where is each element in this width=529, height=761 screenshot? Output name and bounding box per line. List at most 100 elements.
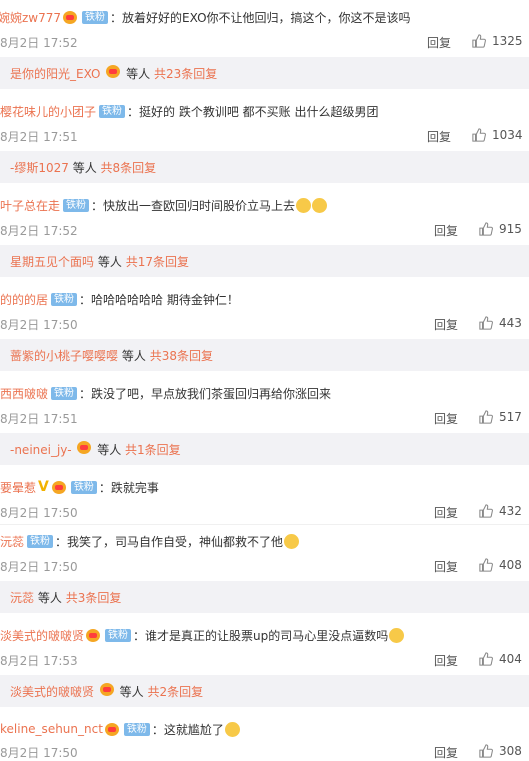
- comment-username[interactable]: keline_sehun_nct: [0, 722, 103, 736]
- laugh-cry-emoji-icon: [224, 721, 240, 737]
- thumbs-up-icon[interactable]: [479, 652, 493, 666]
- sub-reply-etc: 等人: [121, 348, 146, 363]
- thumbs-up-icon[interactable]: [479, 744, 493, 758]
- sub-reply-user[interactable]: -缪斯1027: [10, 161, 69, 175]
- reply-button[interactable]: 回复: [434, 316, 458, 333]
- comment-time: 8月2日 17:53: [0, 654, 78, 668]
- like-count: 1034: [492, 128, 523, 142]
- comment-username[interactable]: 樱花味儿的小团子: [0, 103, 96, 120]
- comment-time: 8月2日 17:50: [0, 506, 78, 520]
- sub-reply-summary[interactable]: 是你的阳光_EXO 等人 共23条回复: [0, 57, 529, 89]
- crown-badge-icon: [86, 628, 101, 642]
- sub-reply-count[interactable]: 共1条回复: [125, 443, 181, 457]
- fan-badge[interactable]: 铁粉: [82, 10, 109, 24]
- comment-text: ：谁才是真正的让股票up的司马心里没点逼数吗: [133, 628, 389, 643]
- fan-badge[interactable]: 铁粉: [63, 198, 90, 212]
- fan-badge[interactable]: 铁粉: [51, 292, 78, 306]
- comment-meta: 8月2日 17:52 回复 915: [0, 222, 529, 238]
- comment-username[interactable]: 婉婉zw777: [0, 9, 61, 26]
- comment-text: ：跌就完事: [98, 480, 159, 495]
- sub-reply-user[interactable]: -neinei_jy-: [10, 443, 72, 457]
- thumbs-up-icon[interactable]: [472, 128, 486, 142]
- like-count: 432: [499, 504, 522, 518]
- sub-reply-count[interactable]: 共23条回复: [154, 67, 217, 81]
- sub-reply-summary[interactable]: 沅蕊 等人 共3条回复: [0, 581, 529, 613]
- comment-line: 要晕惹 V 铁粉 ：跌就完事: [0, 477, 159, 497]
- sub-reply-etc: 等人: [126, 66, 151, 81]
- fan-badge[interactable]: 铁粉: [105, 628, 132, 642]
- sub-reply-count[interactable]: 共8条回复: [101, 161, 157, 175]
- sub-reply-user[interactable]: 蔷紫的小桃子嘤嘤嘤: [10, 349, 118, 363]
- reply-button[interactable]: 回复: [434, 504, 458, 521]
- like-count: 915: [499, 222, 522, 236]
- sub-reply-etc: 等人: [72, 160, 97, 175]
- comment-meta: 8月2日 17:50 回复 408: [0, 558, 529, 574]
- comment-meta: 8月2日 17:52 回复 1325: [0, 34, 529, 50]
- comment-line: keline_sehun_nct 铁粉 ：这就尴尬了: [0, 719, 240, 739]
- reply-button[interactable]: 回复: [434, 652, 458, 669]
- comment-username[interactable]: 叶子总在走: [0, 197, 60, 214]
- reply-button[interactable]: 回复: [427, 128, 451, 145]
- comment-line: 西西啵啵 铁粉 ：跌没了吧，早点放我们茶蛋回归再给你涨回来: [0, 383, 331, 403]
- sub-reply-summary[interactable]: -neinei_jy- 等人 共1条回复: [0, 433, 529, 465]
- reply-button[interactable]: 回复: [427, 34, 451, 51]
- crown-badge-icon: [104, 722, 119, 736]
- comment-line: 淡美式的啵啵贤 铁粉 ：谁才是真正的让股票up的司马心里没点逼数吗: [0, 625, 405, 645]
- grin-emoji-icon: [284, 533, 300, 549]
- comment-username[interactable]: 沅蕊: [0, 533, 24, 550]
- sub-reply-count[interactable]: 共38条回复: [150, 349, 213, 363]
- comment-line: 沅蕊 铁粉 ：我笑了，司马自作自受，神仙都救不了他: [0, 531, 300, 551]
- sub-reply-summary[interactable]: 星期五见个面吗 等人 共17条回复: [0, 245, 529, 277]
- comment-line: 婉婉zw777 铁粉 ：放着好好的EXO你不让他回归，搞这个，你这不是该吗: [0, 7, 411, 27]
- sub-reply-count[interactable]: 共2条回复: [148, 685, 204, 699]
- crown-badge-icon: [51, 480, 66, 494]
- reply-button[interactable]: 回复: [434, 222, 458, 239]
- thumbs-up-icon[interactable]: [479, 504, 493, 518]
- sub-reply-user[interactable]: 是你的阳光_EXO: [10, 67, 100, 81]
- comment-time: 8月2日 17:50: [0, 746, 78, 760]
- smirk-emoji-icon: [389, 627, 405, 643]
- crown-badge-icon: [99, 682, 114, 696]
- sub-reply-count[interactable]: 共17条回复: [126, 255, 189, 269]
- comment-text: ：放着好好的EXO你不让他回归，搞这个，你这不是该吗: [110, 10, 411, 25]
- crown-badge-icon: [106, 64, 121, 78]
- comment-line: 叶子总在走 铁粉 ：快放出一查欧回归时间股价立马上去: [0, 195, 328, 215]
- thumbs-up-icon[interactable]: [479, 222, 493, 236]
- comment-username[interactable]: 的的的居: [0, 291, 48, 308]
- crown-badge-icon: [77, 440, 92, 454]
- sub-reply-etc: 等人: [97, 442, 122, 457]
- fan-badge[interactable]: 铁粉: [99, 104, 126, 118]
- comment-meta: 8月2日 17:51 回复 1034: [0, 128, 529, 144]
- thumbs-up-icon[interactable]: [479, 558, 493, 572]
- sub-reply-summary[interactable]: -缪斯1027 等人 共8条回复: [0, 151, 529, 183]
- comment-username[interactable]: 要晕惹: [0, 479, 36, 496]
- sub-reply-user[interactable]: 淡美式的啵啵贤: [10, 685, 94, 699]
- fan-badge[interactable]: 铁粉: [51, 386, 78, 400]
- doge-emoji-icon: [296, 197, 312, 213]
- divider: [0, 524, 529, 525]
- thumbs-up-icon[interactable]: [479, 410, 493, 424]
- reply-button[interactable]: 回复: [434, 744, 458, 761]
- comment-time: 8月2日 17:50: [0, 560, 78, 574]
- thumbs-up-icon[interactable]: [472, 34, 486, 48]
- sub-reply-user[interactable]: 沅蕊: [10, 591, 34, 605]
- crown-badge-icon: [63, 10, 78, 24]
- like-count: 443: [499, 316, 522, 330]
- sub-reply-summary[interactable]: 蔷紫的小桃子嘤嘤嘤 等人 共38条回复: [0, 339, 529, 371]
- thumbs-up-icon[interactable]: [479, 316, 493, 330]
- comment-username[interactable]: 淡美式的啵啵贤: [0, 627, 84, 644]
- fan-badge[interactable]: 铁粉: [70, 480, 97, 494]
- comment-time: 8月2日 17:51: [0, 130, 78, 144]
- sub-reply-user[interactable]: 星期五见个面吗: [10, 255, 94, 269]
- comment-meta: 8月2日 17:50 回复 443: [0, 316, 529, 332]
- sub-reply-summary[interactable]: 淡美式的啵啵贤 等人 共2条回复: [0, 675, 529, 707]
- fan-badge[interactable]: 铁粉: [27, 534, 54, 548]
- sub-reply-etc: 等人: [97, 254, 122, 269]
- reply-button[interactable]: 回复: [434, 558, 458, 575]
- comment-username[interactable]: 西西啵啵: [0, 385, 48, 402]
- like-count: 517: [499, 410, 522, 424]
- like-count: 404: [499, 652, 522, 666]
- fan-badge[interactable]: 铁粉: [123, 722, 150, 736]
- reply-button[interactable]: 回复: [434, 410, 458, 427]
- sub-reply-count[interactable]: 共3条回复: [66, 591, 122, 605]
